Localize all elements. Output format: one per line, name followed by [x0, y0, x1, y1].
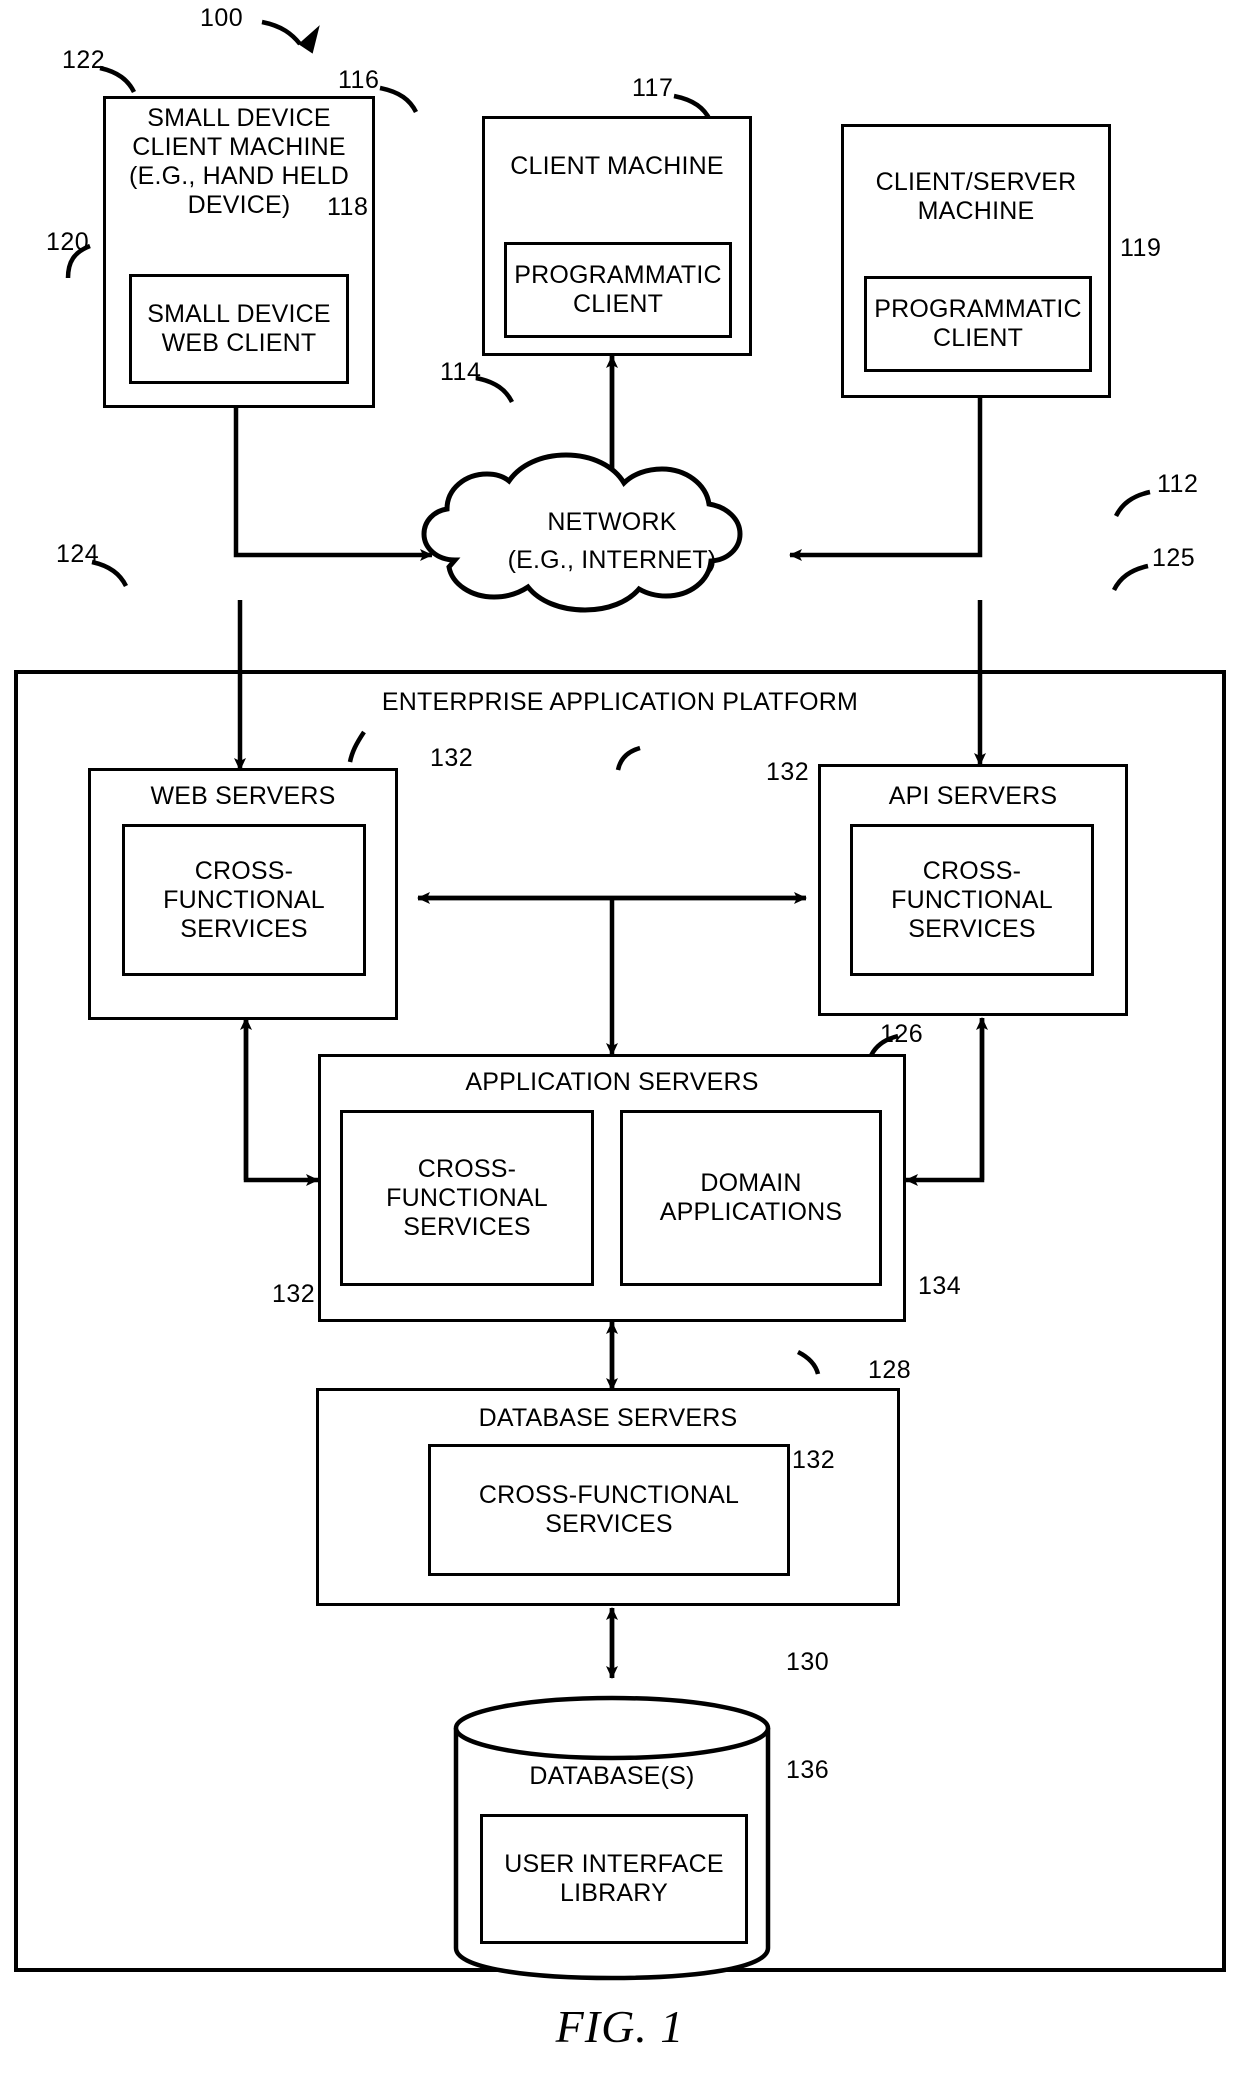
callout-100-arrow — [298, 25, 320, 54]
ref-136: 136 — [786, 1756, 830, 1784]
small-device-web-client-box: SMALL DEVICE WEB CLIENT — [129, 274, 349, 384]
domain-applications-title: DOMAIN APPLICATIONS — [659, 1169, 843, 1226]
small-device-web-client-title: SMALL DEVICE WEB CLIENT — [147, 300, 331, 357]
ref-126: 126 — [880, 1020, 924, 1048]
leader-132-api — [615, 745, 641, 771]
programmatic-client-box-116: PROGRAMMATIC CLIENT — [504, 242, 732, 338]
ref-132-api: 132 — [766, 758, 810, 786]
leader-114 — [475, 375, 515, 404]
leader-136 — [796, 1349, 821, 1375]
leader-100 — [261, 19, 302, 46]
ref-114: 114 — [440, 358, 482, 386]
ref-119: 119 — [1120, 234, 1162, 262]
ref-132-web: 132 — [430, 744, 474, 772]
web-servers-cross-functional-services-box: CROSS- FUNCTIONAL SERVICES — [122, 824, 366, 976]
leader-132-web — [347, 730, 366, 763]
user-interface-library-title: USER INTERFACE LIBRARY — [504, 1850, 724, 1907]
web-servers-cross-functional-services-title: CROSS- FUNCTIONAL SERVICES — [163, 856, 325, 943]
leader-125 — [1111, 563, 1149, 592]
ref-130: 130 — [786, 1648, 830, 1676]
database-cylinder-top — [453, 1695, 771, 1761]
api-servers-cross-functional-services-box: CROSS- FUNCTIONAL SERVICES — [850, 824, 1094, 976]
ref-120: 120 — [46, 228, 90, 256]
client-server-machine-title: CLIENT/SERVER MACHINE — [875, 168, 1077, 225]
api-servers-cross-functional-services-title: CROSS- FUNCTIONAL SERVICES — [891, 856, 1053, 943]
ref-134: 134 — [918, 1272, 962, 1300]
ref-124: 124 — [56, 540, 100, 568]
application-servers-title: APPLICATION SERVERS — [465, 1068, 759, 1096]
client-machine-title: CLIENT MACHINE — [510, 152, 724, 180]
user-interface-library-box: USER INTERFACE LIBRARY — [480, 1814, 748, 1944]
application-cross-functional-services-title: CROSS- FUNCTIONAL SERVICES — [386, 1154, 548, 1241]
link-client-server-to-network — [789, 398, 983, 561]
database-servers-title: DATABASE SERVERS — [478, 1404, 738, 1432]
ref-100: 100 — [200, 4, 244, 32]
leader-116 — [379, 85, 419, 114]
database-title: DATABASE(S) — [529, 1762, 695, 1790]
ref-132-db: 132 — [792, 1446, 836, 1474]
programmatic-client-box-117: PROGRAMMATIC CLIENT — [864, 276, 1092, 372]
figure-caption: FIG. 1 — [555, 2001, 685, 2052]
ref-128: 128 — [868, 1356, 912, 1384]
network-label-line2: (E.G., INTERNET) — [507, 546, 717, 574]
link-small-device-to-network — [233, 405, 433, 561]
domain-applications-box: DOMAIN APPLICATIONS — [620, 1110, 882, 1286]
ref-118: 118 — [327, 193, 369, 221]
link-web-to-application — [243, 1018, 319, 1186]
application-cross-functional-services-box: CROSS- FUNCTIONAL SERVICES — [340, 1110, 594, 1286]
ref-125: 125 — [1152, 544, 1196, 572]
database-servers-cross-functional-services-box: CROSS-FUNCTIONAL SERVICES — [428, 1444, 790, 1576]
programmatic-client-title-116: PROGRAMMATIC CLIENT — [514, 261, 722, 318]
ref-116: 116 — [338, 66, 380, 94]
network-label-line1: NETWORK — [547, 508, 677, 536]
ref-132-app: 132 — [272, 1280, 316, 1308]
figure-canvas: SMALL DEVICE CLIENT MACHINE (E.G., HAND … — [0, 0, 1240, 2092]
programmatic-client-title-117: PROGRAMMATIC CLIENT — [874, 295, 1082, 352]
ref-117: 117 — [632, 74, 674, 102]
leader-112 — [1113, 489, 1151, 518]
enterprise-platform-title: ENTERPRISE APPLICATION PLATFORM — [381, 688, 859, 716]
database-servers-cross-functional-services-title: CROSS-FUNCTIONAL SERVICES — [478, 1481, 740, 1538]
web-servers-title: WEB SERVERS — [150, 782, 336, 810]
ref-122: 122 — [62, 46, 106, 74]
api-servers-title: API SERVERS — [888, 782, 1058, 810]
ref-112: 112 — [1157, 470, 1199, 498]
